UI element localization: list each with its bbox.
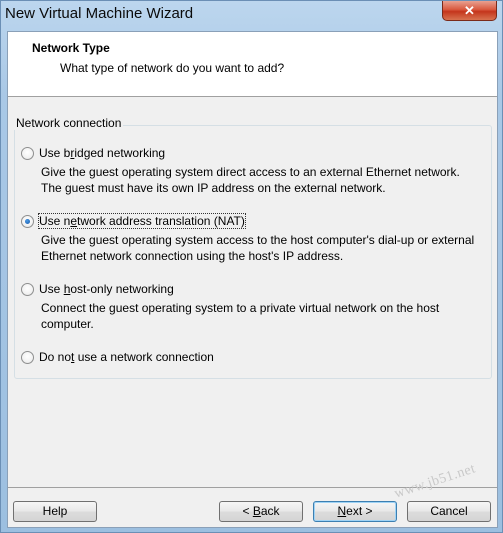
option-bridged-label[interactable]: Use bridged networking — [39, 146, 165, 160]
group-legend: Network connection — [14, 116, 124, 130]
close-button[interactable]: ✕ — [442, 1, 497, 21]
radio-bridged[interactable] — [21, 147, 34, 160]
option-no-network-label[interactable]: Do not use a network connection — [39, 350, 214, 364]
radio-no-network[interactable] — [21, 351, 34, 364]
help-button[interactable]: Help — [13, 501, 97, 522]
next-button[interactable]: Next > — [313, 501, 397, 522]
radio-nat[interactable] — [21, 215, 34, 228]
wizard-body: Network Type What type of network do you… — [7, 31, 498, 528]
wizard-header: Network Type What type of network do you… — [8, 32, 497, 97]
window-title: New Virtual Machine Wizard — [5, 5, 194, 22]
option-host-only-description: Connect the guest operating system to a … — [41, 301, 440, 331]
option-host-only-label[interactable]: Use host-only networking — [39, 282, 174, 296]
page-subtitle: What type of network do you want to add? — [60, 61, 285, 75]
page-title: Network Type — [32, 41, 110, 55]
option-bridged-description: Give the guest operating system direct a… — [41, 165, 460, 195]
option-nat-label[interactable]: Use network address translation (NAT) — [38, 213, 246, 229]
title-bar[interactable]: New Virtual Machine Wizard ✕ — [1, 1, 503, 27]
wizard-window: New Virtual Machine Wizard ✕ Network Typ… — [0, 0, 503, 533]
radio-host-only[interactable] — [21, 283, 34, 296]
cancel-button[interactable]: Cancel — [407, 501, 491, 522]
close-icon: ✕ — [464, 3, 475, 18]
option-nat-description: Give the guest operating system access t… — [41, 233, 475, 263]
back-button[interactable]: < Back — [219, 501, 303, 522]
